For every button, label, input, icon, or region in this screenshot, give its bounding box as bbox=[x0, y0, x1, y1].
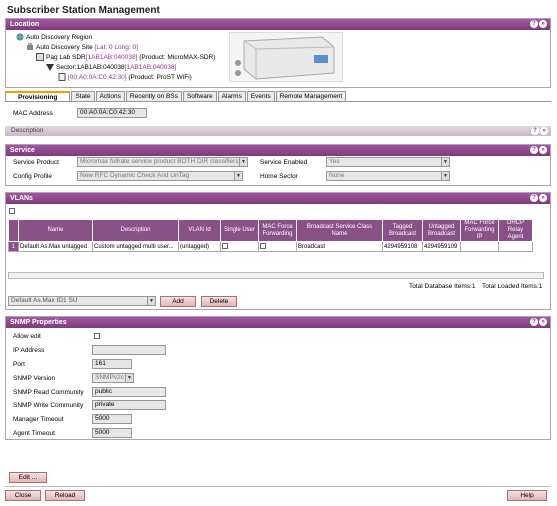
snmp-version-select[interactable]: SNMPv2c ▼ bbox=[92, 373, 134, 383]
footer-divider bbox=[5, 486, 551, 487]
port-field[interactable]: 161 bbox=[92, 359, 132, 369]
globe-icon bbox=[16, 33, 24, 41]
home-sector-label: Home Sector bbox=[260, 173, 298, 180]
tree-item-subscriber[interactable]: [00:A0:0A:C0:42:30] (Product: ProST WiFi… bbox=[58, 73, 192, 83]
column-header[interactable]: Description bbox=[92, 219, 179, 242]
snmp-help-icon[interactable]: ? bbox=[530, 318, 538, 326]
column-header[interactable]: Tagged Broadcast bbox=[382, 219, 423, 242]
collapse-icon[interactable]: » bbox=[539, 20, 547, 28]
tree-item-region[interactable]: Auto Discovery Region bbox=[16, 33, 92, 43]
column-header[interactable]: Untagged Broadcast bbox=[422, 219, 461, 242]
snmp-version-label: SNMP Version bbox=[13, 375, 56, 382]
tree-item-site[interactable]: Auto Discovery Site [Lat: 0 Long: 0] bbox=[26, 43, 138, 53]
vlans-header: VLANs ?» bbox=[6, 193, 550, 204]
column-header[interactable]: DHCP Relay Agent bbox=[498, 219, 533, 242]
ip-address-field[interactable] bbox=[92, 345, 166, 355]
delete-button[interactable]: Delete bbox=[201, 296, 237, 307]
chevron-down-icon: ▼ bbox=[125, 374, 133, 382]
chevron-down-icon: ▼ bbox=[147, 297, 155, 305]
vlans-collapse-icon[interactable]: » bbox=[539, 194, 547, 202]
write-community-field[interactable]: private bbox=[92, 400, 166, 410]
device-icon bbox=[36, 53, 44, 62]
tree-item-sdr[interactable]: Pag Lab SDR[1AB1AB:040038] (Product: Mic… bbox=[36, 53, 215, 63]
column-header[interactable]: Single User bbox=[220, 219, 259, 242]
snmp-panel: SNMP Properties ?» bbox=[5, 316, 551, 440]
service-enabled-label: Service Enabled bbox=[260, 159, 308, 166]
chevron-down-icon: ▼ bbox=[441, 172, 449, 180]
tab-actions[interactable]: Actions bbox=[95, 91, 125, 101]
subscriber-icon bbox=[58, 73, 66, 82]
page-title: Subscriber Station Management bbox=[7, 5, 160, 16]
column-header[interactable]: Name bbox=[18, 219, 93, 242]
column-header[interactable]: Broadcast Service Class Name bbox=[296, 219, 383, 242]
device-image bbox=[229, 32, 343, 82]
total-loaded-items: Total Loaded Items:1 bbox=[482, 283, 543, 290]
edit-button[interactable]: Edit ... bbox=[9, 472, 47, 483]
vlans-help-icon[interactable]: ? bbox=[530, 194, 538, 202]
chevron-down-icon: ▼ bbox=[234, 172, 242, 180]
table-header-row: Name Description VLAN Id Single User MAC… bbox=[8, 219, 533, 242]
mac-force-forwarding-checkbox[interactable] bbox=[260, 243, 266, 250]
close-button[interactable]: Close bbox=[5, 490, 41, 501]
total-database-items: Total Database Items:1 bbox=[409, 283, 476, 290]
service-product-select[interactable]: Micromax fullrate service product BOTH D… bbox=[77, 157, 248, 167]
horizontal-scrollbar[interactable] bbox=[8, 272, 544, 279]
tab-alarms[interactable]: Alarms bbox=[217, 91, 246, 101]
manager-timeout-field[interactable]: 5000 bbox=[92, 414, 132, 424]
select-all-checkbox[interactable] bbox=[9, 207, 15, 215]
tab-recently-on-bss[interactable]: Recently on BSs bbox=[125, 91, 182, 101]
table-row[interactable]: 1 Default As.Max untagged Custom untagge… bbox=[8, 241, 533, 252]
vlan-add-select[interactable]: Default As.Max ID1 SU ▼ bbox=[8, 296, 156, 306]
tab-state[interactable]: State bbox=[71, 91, 95, 101]
agent-timeout-label: Agent Timeout bbox=[13, 430, 55, 437]
manager-timeout-label: Manager Timeout bbox=[13, 416, 64, 423]
help-button[interactable]: Help bbox=[507, 490, 547, 501]
column-header[interactable]: MAC Force Forwarding IP bbox=[460, 219, 499, 242]
description-bar[interactable]: Description ?» bbox=[5, 126, 551, 136]
location-panel: Location ?» Auto Discovery Region Auto D… bbox=[5, 18, 551, 88]
service-enabled-select[interactable]: Yes ▼ bbox=[326, 157, 450, 167]
service-collapse-icon[interactable]: » bbox=[539, 146, 547, 154]
help-icon[interactable]: ? bbox=[530, 20, 538, 28]
service-help-icon[interactable]: ? bbox=[530, 146, 538, 154]
chevron-down-icon: ▼ bbox=[441, 158, 449, 166]
port-label: Port bbox=[13, 361, 25, 368]
column-header[interactable]: MAC Force Forwarding bbox=[258, 219, 297, 242]
ip-address-label: IP Address bbox=[13, 347, 45, 354]
tree-item-sector[interactable]: Sector:1AB1AB:040038[1AB1AB:040038] bbox=[46, 63, 176, 73]
tab-software[interactable]: Software bbox=[182, 91, 217, 101]
read-community-label: SNMP Read Community bbox=[13, 389, 84, 396]
single-user-checkbox[interactable] bbox=[222, 243, 228, 250]
write-community-label: SNMP Write Community bbox=[13, 402, 84, 409]
site-icon bbox=[26, 43, 34, 51]
location-header: Location ?» bbox=[6, 19, 550, 30]
chevron-down-icon: ▼ bbox=[239, 158, 247, 166]
tab-provisioning[interactable]: Provisioning bbox=[5, 91, 71, 101]
description-help-icon[interactable]: ? bbox=[531, 127, 539, 135]
tab-events[interactable]: Events bbox=[246, 91, 275, 101]
tab-divider bbox=[5, 101, 551, 102]
snmp-collapse-icon[interactable]: » bbox=[539, 318, 547, 326]
sector-icon bbox=[46, 63, 54, 72]
config-profile-label: Config Profile bbox=[13, 173, 53, 180]
tab-bar: Provisioning State Actions Recently on B… bbox=[5, 91, 347, 101]
reload-button[interactable]: Reload bbox=[45, 490, 85, 501]
add-button[interactable]: Add bbox=[160, 296, 196, 307]
mac-label: MAC Address bbox=[13, 110, 53, 117]
allow-edit-label: Allow edit bbox=[13, 333, 41, 340]
agent-timeout-field[interactable]: 5000 bbox=[92, 428, 132, 438]
column-header[interactable]: VLAN Id bbox=[178, 219, 221, 242]
snmp-header: SNMP Properties ?» bbox=[6, 317, 550, 328]
home-sector-select[interactable]: None ▼ bbox=[326, 171, 450, 181]
tab-remote-management[interactable]: Remote Management bbox=[275, 91, 347, 101]
allow-edit-checkbox[interactable] bbox=[94, 332, 100, 340]
vlan-table: Name Description VLAN Id Single User MAC… bbox=[8, 219, 533, 252]
service-header: Service ?» bbox=[6, 145, 550, 156]
service-product-label: Service Product bbox=[13, 159, 59, 166]
config-profile-select[interactable]: New RFC Dynamic Check And UnTag ▼ bbox=[77, 171, 243, 181]
read-community-field[interactable]: public bbox=[92, 387, 166, 397]
mac-field[interactable]: 00:A0:0A:C0:42:30 bbox=[77, 108, 147, 118]
description-expand-icon[interactable]: » bbox=[540, 127, 548, 135]
